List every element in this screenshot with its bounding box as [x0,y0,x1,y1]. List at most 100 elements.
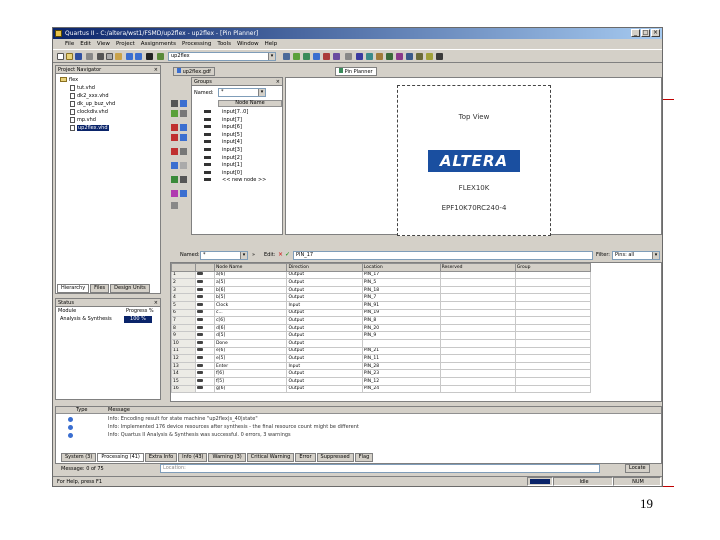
edit-value-field[interactable]: PIN_17 [293,251,593,260]
table-row[interactable]: 16 g[6] Output PIN_24 [171,384,592,394]
tree-file-selected[interactable]: up2flex.vhd [70,124,109,132]
tab-system[interactable]: System (3) [61,453,97,462]
stop-icon[interactable] [345,53,352,60]
zoom-area-icon[interactable] [180,110,187,117]
zoom-tool-icon[interactable] [180,100,187,107]
row-group[interactable] [514,346,592,356]
tab-hierarchy[interactable]: Hierarchy [57,284,90,293]
tab-flag[interactable]: Flag [354,453,374,462]
row-reserved[interactable] [439,308,516,318]
pin-move-icon[interactable] [171,202,178,209]
tab-warning[interactable]: Warning (3) [208,453,246,462]
start-compilation-icon[interactable] [356,53,363,60]
copy-icon[interactable] [106,53,113,60]
table-row[interactable]: 8 d[6] Output PIN_20 [171,323,592,333]
table-row[interactable]: 3 b[6] Output PIN_18 [171,285,592,295]
fit-icon[interactable] [171,110,178,117]
menu-edit[interactable]: Edit [80,39,91,49]
row-location[interactable]: PIN_24 [361,384,441,394]
filter-arrows-icon[interactable]: » [252,252,255,258]
row-group[interactable] [514,293,592,302]
row-location[interactable]: PIN_12 [361,376,441,386]
row-reserved[interactable] [439,293,516,302]
chip-editor-icon[interactable] [333,53,340,60]
tab-suppressed[interactable]: Suppressed [316,453,354,462]
filter-named-combo[interactable]: * ▾ [200,251,248,260]
groups-named-combo[interactable]: * ▾ [218,88,266,97]
row-group[interactable] [514,338,592,348]
waveform-icon[interactable] [416,53,423,60]
close-icon[interactable]: × [154,299,158,307]
new-file-icon[interactable] [57,53,64,60]
menu-help[interactable]: Help [265,39,278,49]
programmer-icon[interactable] [406,53,413,60]
message-row[interactable]: Info: Quartus II Analysis & Synthesis wa… [56,432,661,440]
package-view-icon[interactable] [171,162,178,169]
row-group[interactable] [514,300,592,310]
show-dir-icon[interactable] [180,176,187,183]
tab-gdf[interactable]: up2flex.gdf [173,67,215,76]
chevron-down-icon[interactable]: ▾ [652,252,659,259]
menu-window[interactable]: Window [237,39,259,49]
row-reserved[interactable] [439,300,516,310]
message-row[interactable]: Info: Encoding result for state machine … [56,416,661,424]
menu-assignments[interactable]: Assignments [141,39,176,49]
row-reserved[interactable] [439,354,516,363]
tab-design-units[interactable]: Design Units [110,284,150,293]
table-row[interactable]: 1 a[6] Output PIN_17 [171,270,592,280]
table-row[interactable]: 4 b[5] Output PIN_7 [171,293,592,302]
col-reserved[interactable]: Reserved [439,263,516,272]
chevron-down-icon[interactable]: ▾ [258,89,265,96]
row-reserved[interactable] [439,323,516,333]
messages-col-type[interactable]: Type [76,407,87,413]
table-row[interactable]: 11 e[6] Output PIN_21 [171,346,592,356]
row-group[interactable] [514,270,592,280]
row-group[interactable] [514,354,592,363]
simulator-icon[interactable] [396,53,403,60]
help-pointer-icon[interactable] [146,53,153,60]
table-row[interactable]: 14 f[6] Output PIN_23 [171,369,592,378]
export-icon[interactable] [180,190,187,197]
close-icon[interactable]: × [276,78,280,86]
print-icon[interactable] [86,53,93,60]
project-combo[interactable]: up2flex ▾ [168,52,276,61]
row-reserved[interactable] [439,361,516,371]
power-pin-icon[interactable] [180,148,187,155]
tab-files[interactable]: Files [90,284,110,293]
minimize-button[interactable]: _ [631,29,640,37]
rtl-viewer-icon[interactable] [426,53,433,60]
row-location[interactable]: PIN_11 [361,354,441,363]
maximize-button[interactable]: □ [641,29,650,37]
hierarchy-up-icon[interactable] [157,53,164,60]
close-button[interactable]: × [651,29,660,37]
table-row[interactable]: 15 f[5] Output PIN_12 [171,376,592,386]
menu-file[interactable]: File [65,39,74,49]
pin-planner-icon[interactable] [313,53,320,60]
tree-file[interactable]: mp.vhd [70,116,96,124]
bottom-view-icon[interactable] [180,162,187,169]
table-row[interactable]: 13 Enter Input PIN_28 [171,361,592,371]
col-group[interactable]: Group [514,263,592,272]
row-reserved[interactable] [439,285,516,295]
row-location[interactable]: PIN_17 [361,270,441,280]
title-bar[interactable]: Quartus II - C:/altera/wst1/FSMD/up2flex… [53,28,662,39]
row-group[interactable] [514,323,592,333]
pin-legend-icon[interactable] [180,124,187,131]
table-row[interactable]: 12 e[5] Output PIN_11 [171,354,592,363]
tree-file[interactable]: dk2_xxx.vhd [70,92,109,100]
filter-combo[interactable]: Pins: all ▾ [612,251,660,260]
color-legend-icon[interactable] [171,190,178,197]
table-row[interactable]: 10 Done Output [171,338,592,348]
row-reserved[interactable] [439,270,516,280]
table-row[interactable]: 6 c... Output PIN_19 [171,308,592,318]
tab-error[interactable]: Error [295,453,316,462]
table-row[interactable]: 5 Clock Input PIN_91 [171,300,592,310]
row-location[interactable]: PIN_19 [361,308,441,318]
group-node-row[interactable]: << new node >> [192,176,282,184]
menu-project[interactable]: Project [116,39,135,49]
select-tool-icon[interactable] [171,100,178,107]
row-reserved[interactable] [439,376,516,386]
row-group[interactable] [514,361,592,371]
row-group[interactable] [514,369,592,378]
row-location[interactable] [361,338,441,348]
